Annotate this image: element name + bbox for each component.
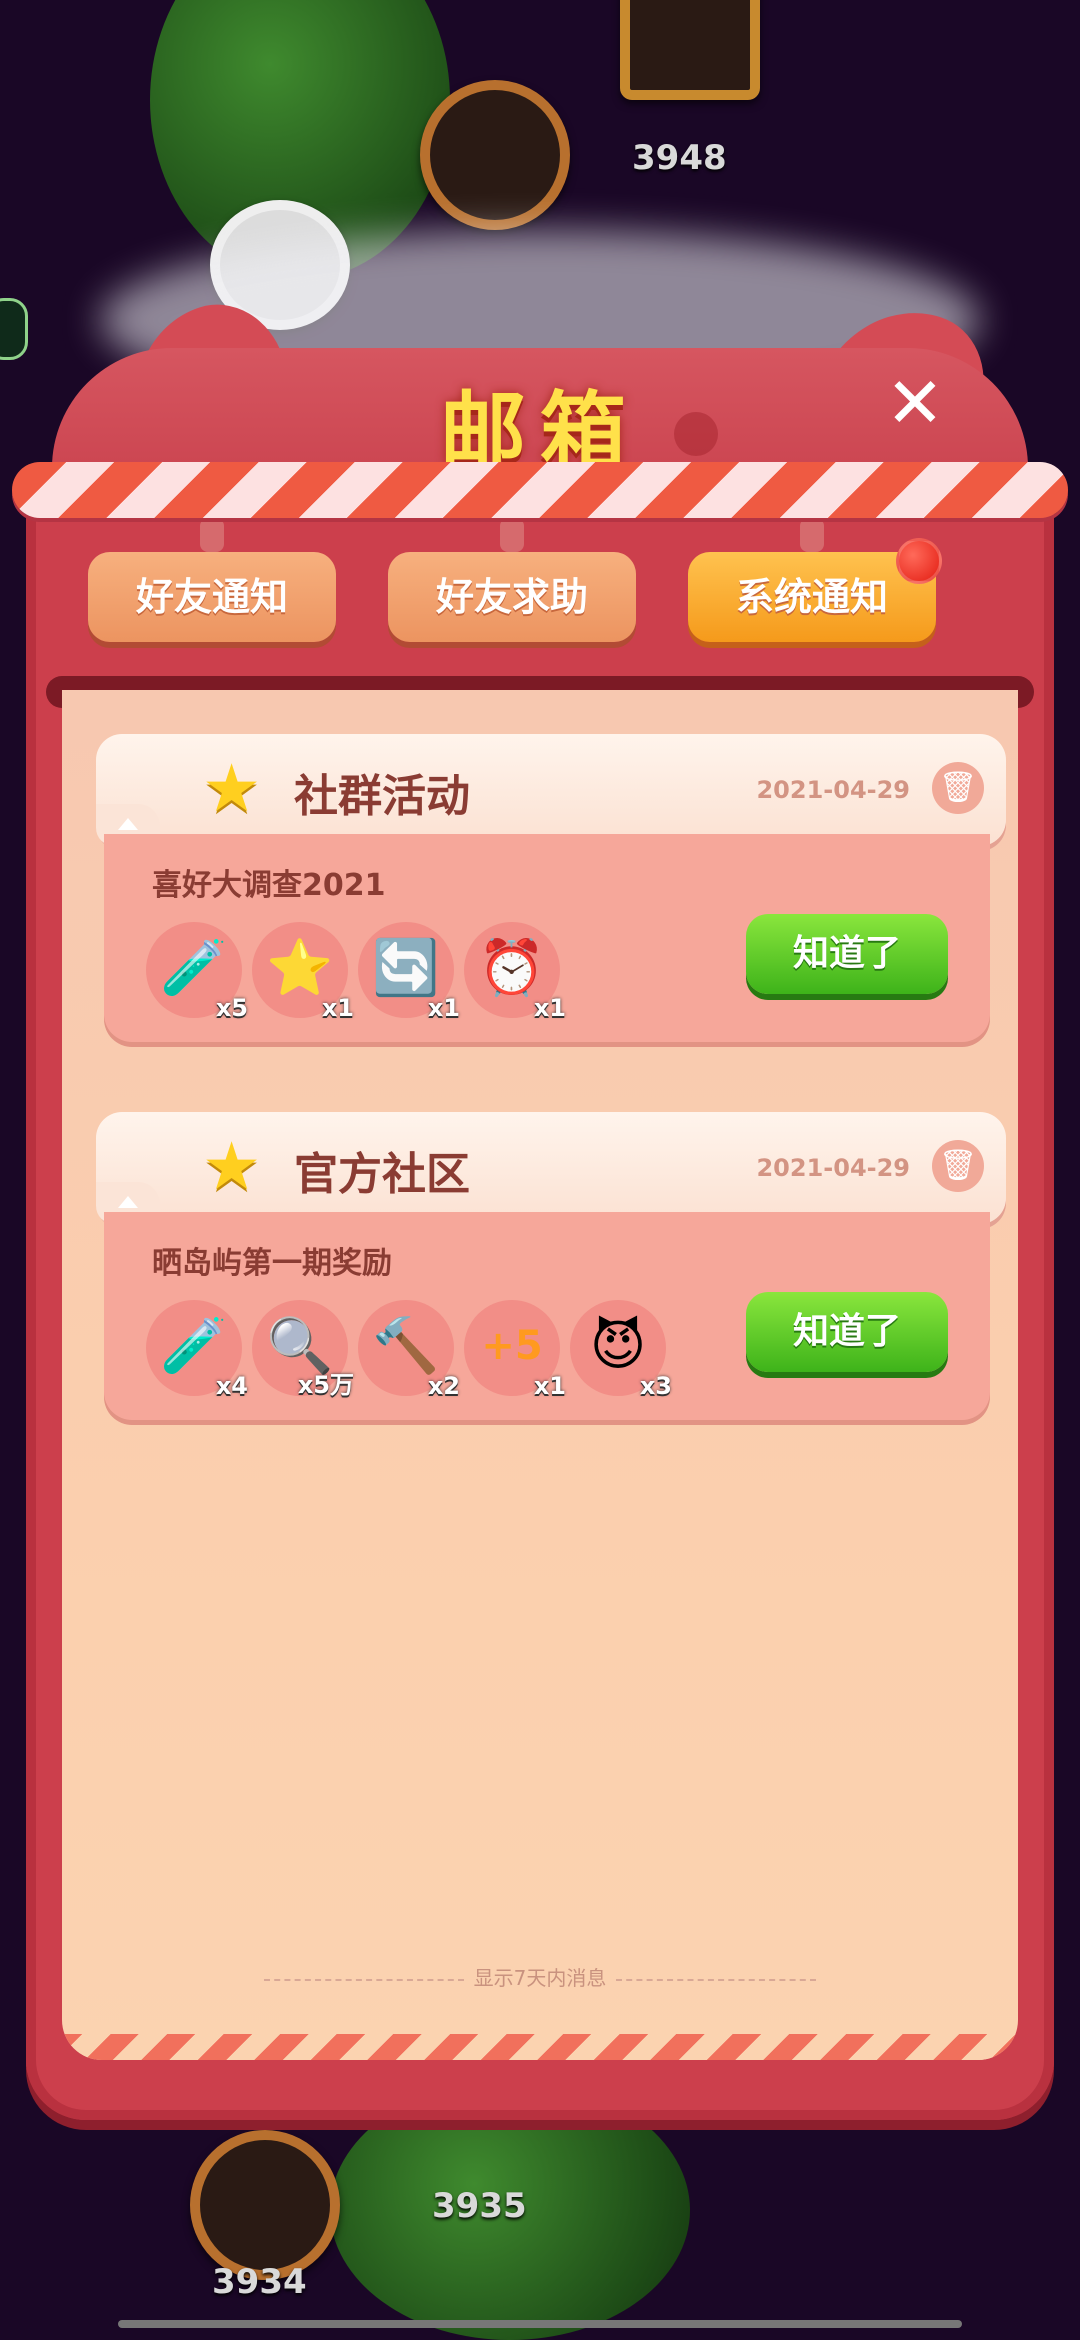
tab-label: 系统通知	[735, 575, 888, 619]
message-category: 官方社区	[294, 1149, 470, 1200]
reward-item: 😈 x3	[570, 1300, 672, 1400]
reward-quantity: x2	[427, 1372, 460, 1400]
message-header: ★ 社群活动 2021-04-29 🗑	[96, 734, 1006, 846]
tab-system-notifications[interactable]: 系统通知	[688, 518, 942, 642]
level-number: 3948	[632, 138, 727, 178]
mailbox-dialog: 邮箱 ✕ 好友通知 好友求助 系统通知 ★ 社群活动 2021-04-29 🗑 …	[12, 287, 1068, 2130]
message-body: 喜好大调查2021 🧪 x5 ⭐ x1 🔄 x1 ⏰ x1 知道了	[104, 834, 990, 1042]
reward-item: 🧪 x5	[146, 922, 248, 1022]
level-number: 3934	[212, 2262, 307, 2302]
reward-item: 🔍 x5万	[252, 1300, 354, 1399]
message-list[interactable]: ★ 社群活动 2021-04-29 🗑 喜好大调查2021 🧪 x5 ⭐ x1	[62, 690, 1018, 2060]
divider	[616, 1978, 817, 1981]
hook-icon	[200, 518, 224, 552]
striped-awning	[12, 462, 1068, 518]
close-button[interactable]: ✕	[880, 368, 950, 438]
dialog-body: 好友通知 好友求助 系统通知 ★ 社群活动 2021-04-29 🗑 喜好大调查…	[26, 500, 1054, 2120]
delete-button[interactable]: 🗑	[932, 1140, 984, 1192]
message-body: 晒岛屿第一期奖励 🧪 x4 🔍 x5万 🔨 x2 +5 x1 😈 x3 知道了	[104, 1212, 990, 1420]
player-avatar[interactable]	[420, 80, 570, 230]
message-date: 2021-04-29	[756, 776, 910, 804]
reward-quantity: x1	[533, 994, 566, 1022]
tab-bar: 好友通知 好友求助 系统通知	[26, 518, 1054, 652]
tab-friend-notifications[interactable]: 好友通知	[88, 518, 336, 642]
divider	[263, 1978, 464, 1981]
tab-label: 好友通知	[135, 575, 288, 619]
reward-quantity: x5	[215, 994, 248, 1022]
acknowledge-button[interactable]: 知道了	[746, 914, 948, 994]
reward-item: ⏰ x1	[464, 922, 566, 1022]
reward-quantity: x3	[639, 1372, 672, 1400]
trash-icon: 🗑	[938, 1148, 978, 1183]
message-subtitle: 晒岛屿第一期奖励	[152, 1246, 392, 1281]
reward-quantity: x1	[321, 994, 354, 1022]
friend-avatar[interactable]	[620, 0, 760, 100]
reward-item: 🔄 x1	[358, 922, 460, 1022]
gesture-bar[interactable]	[118, 2320, 962, 2328]
message-header: ★ 官方社区 2021-04-29 🗑	[96, 1112, 1006, 1224]
acknowledge-button[interactable]: 知道了	[746, 1292, 948, 1372]
reward-item: 🔨 x2	[358, 1300, 460, 1400]
hook-icon	[500, 518, 524, 552]
reward-item: +5 x1	[464, 1300, 566, 1400]
reward-item: ⭐ x1	[252, 922, 354, 1022]
paper-bottom-stripe	[62, 2034, 1018, 2060]
reward-quantity: x5万	[297, 1371, 354, 1399]
message-date: 2021-04-29	[756, 1154, 910, 1182]
retention-text: 显示7天内消息	[473, 1966, 607, 1990]
reward-quantity: x1	[533, 1372, 566, 1400]
hook-icon	[800, 518, 824, 552]
trash-icon: 🗑	[938, 770, 978, 805]
star-icon: ★	[202, 750, 262, 827]
level-number: 3935	[432, 2186, 527, 2226]
delete-button[interactable]: 🗑	[932, 762, 984, 814]
reward-quantity: x1	[427, 994, 460, 1022]
notification-badge	[896, 538, 942, 584]
star-icon: ★	[202, 1128, 262, 1205]
reward-quantity: x4	[215, 1372, 248, 1400]
message-subtitle: 喜好大调查2021	[152, 868, 386, 903]
reward-item: 🧪 x4	[146, 1300, 248, 1400]
tab-label: 好友求助	[435, 575, 588, 619]
friend-avatar-bottom[interactable]	[190, 2130, 340, 2280]
tab-friend-help[interactable]: 好友求助	[388, 518, 636, 642]
retention-note: 显示7天内消息	[62, 1962, 1018, 1991]
message-category: 社群活动	[294, 771, 470, 822]
close-icon: ✕	[885, 362, 945, 444]
